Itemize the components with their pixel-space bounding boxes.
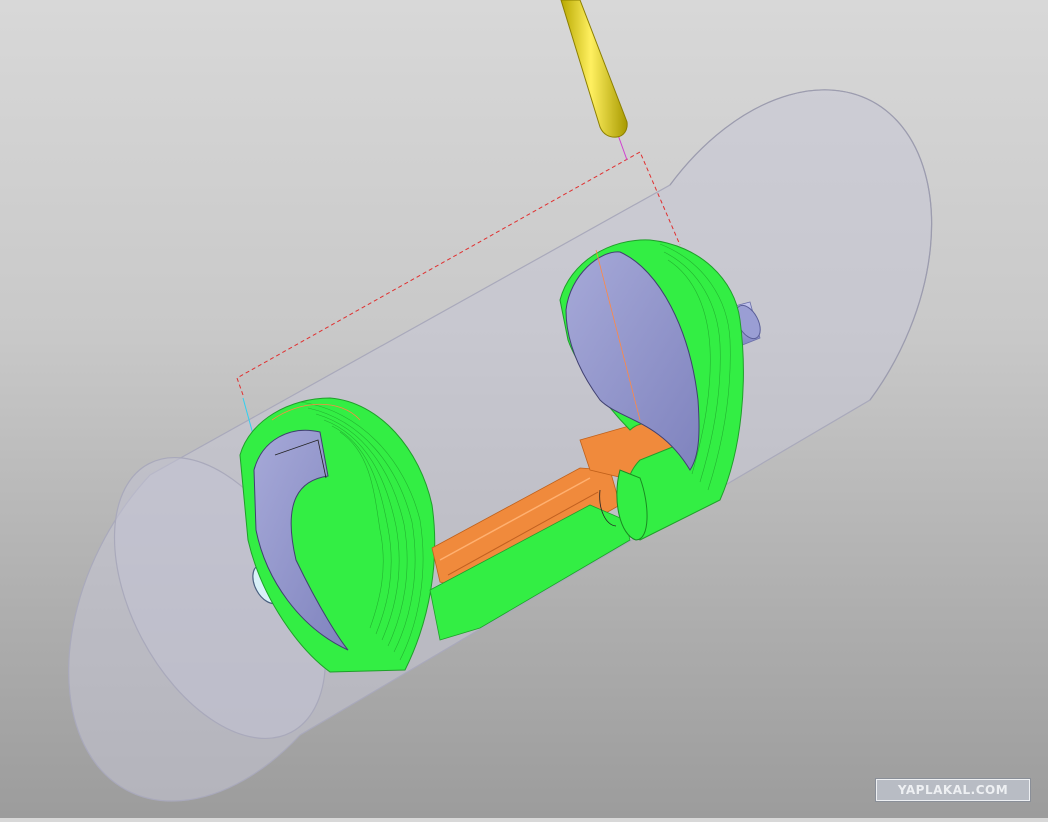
- stock-cylinder[interactable]: [68, 89, 933, 802]
- approach-line: [617, 134, 628, 161]
- site-watermark: YAPLAKAL.COM: [876, 779, 1030, 801]
- cutting-tool[interactable]: [560, 0, 628, 138]
- cam-3d-viewport[interactable]: [0, 0, 1048, 818]
